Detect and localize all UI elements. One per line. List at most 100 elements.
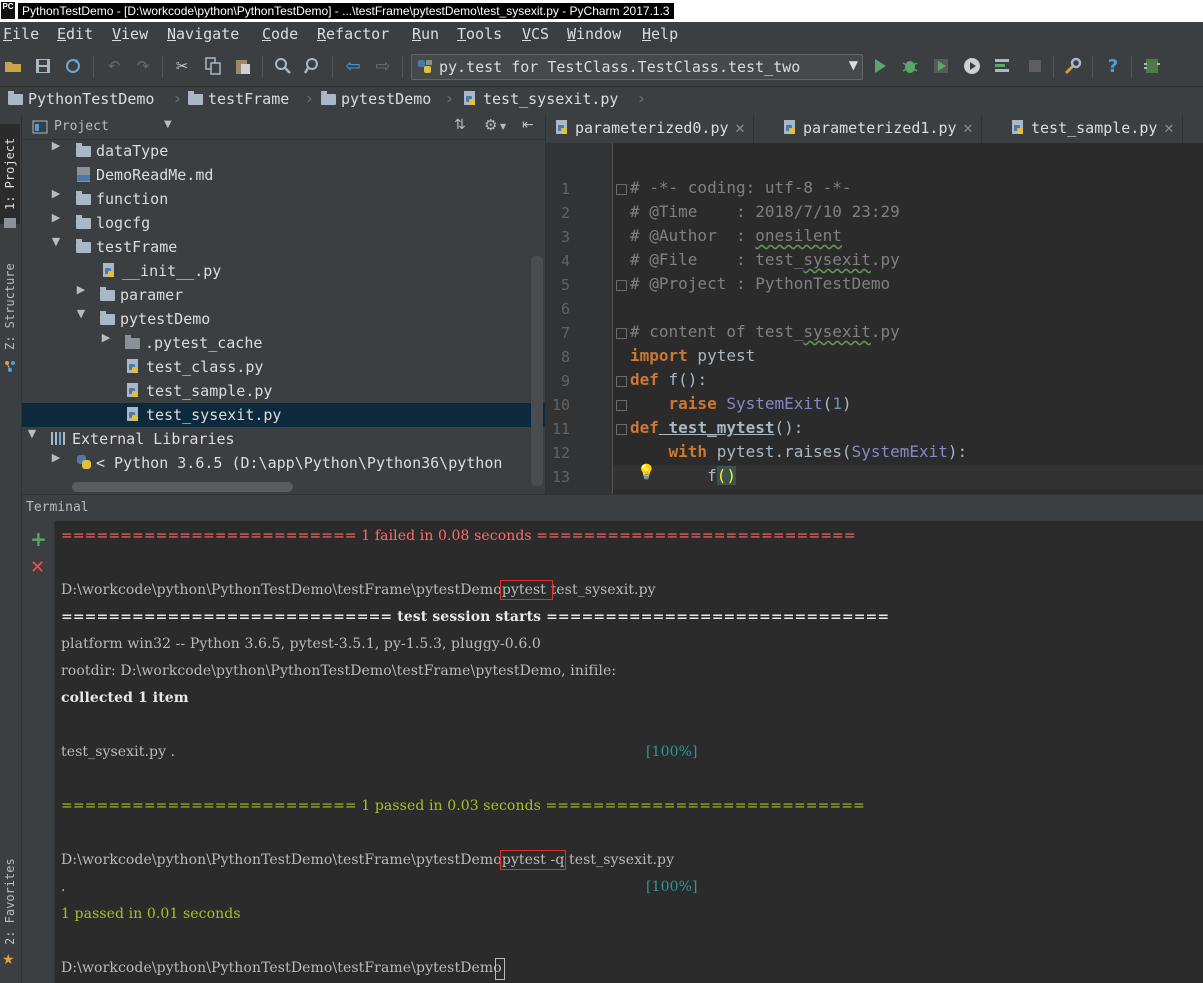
tab-parameterized0[interactable]: parameterized0.py ✕ — [555, 114, 755, 143]
terminal-toolbar: + ✕ — [22, 521, 55, 983]
collapse-arrow-icon[interactable]: ▼ — [75, 307, 87, 320]
redo-icon[interactable]: ↷ — [133, 56, 153, 76]
settings-wrench-icon[interactable] — [1063, 56, 1083, 76]
fold-marker-icon[interactable] — [616, 424, 627, 435]
menu-code[interactable]: Code — [262, 25, 298, 43]
menu-window[interactable]: Window — [567, 25, 621, 43]
python-file-icon — [464, 91, 475, 105]
expand-arrow-icon[interactable]: ▶ — [75, 283, 87, 296]
stop-icon[interactable] — [1025, 56, 1045, 76]
find-icon[interactable] — [273, 56, 293, 76]
copy-icon[interactable] — [203, 56, 223, 76]
tab-parameterized1[interactable]: parameterized1.py ✕ — [783, 114, 983, 143]
concurrency-diagram-icon[interactable] — [994, 56, 1014, 76]
text-segment: D:\workcode\python\PythonTestDemo\testFr… — [61, 960, 502, 976]
hide-panel-icon[interactable]: ⇤ — [522, 117, 534, 133]
tree-item-pytest-cache[interactable]: ▶ .pytest_cache — [22, 331, 545, 355]
close-icon[interactable]: ✕ — [735, 122, 746, 137]
tree-item-function[interactable]: ▶ function — [22, 187, 545, 211]
paste-icon[interactable] — [233, 56, 253, 76]
tree-item-testframe[interactable]: ▼ testFrame — [22, 235, 545, 259]
fold-marker-icon[interactable] — [616, 328, 627, 339]
menu-run[interactable]: Run — [412, 25, 439, 43]
tree-item-demoreadme[interactable]: DemoReadMe.md — [22, 163, 545, 187]
project-vertical-scrollbar[interactable] — [531, 256, 543, 486]
folder-icon — [76, 191, 91, 205]
menu-help[interactable]: Help — [642, 25, 678, 43]
close-icon[interactable]: ✕ — [963, 122, 974, 137]
code-line-2: # @Time : 2018/7/10 23:29 — [630, 202, 900, 221]
back-arrow-icon[interactable]: ⇦ — [343, 56, 363, 77]
tree-item-logcfg[interactable]: ▶ logcfg — [22, 211, 545, 235]
menu-edit[interactable]: Edit — [57, 25, 93, 43]
expand-arrow-icon[interactable]: ▶ — [50, 211, 62, 224]
tab-project[interactable]: 1: Project — [0, 124, 20, 224]
forward-arrow-icon[interactable]: ⇨ — [373, 56, 393, 77]
terminal-output[interactable]: ========================= 1 failed in 0.… — [55, 521, 1203, 983]
help-icon[interactable]: ? — [1103, 56, 1123, 77]
expand-arrow-icon[interactable]: ▶ — [50, 187, 62, 200]
text-segment: 1 — [832, 394, 842, 413]
folder-icon — [76, 215, 91, 229]
tree-item-external-libraries[interactable]: ▼ External Libraries — [22, 427, 545, 451]
tree-item-test-sample-py[interactable]: test_sample.py — [22, 379, 545, 403]
project-tool-icon — [3, 214, 17, 228]
debug-icon[interactable] — [900, 56, 920, 76]
close-icon[interactable]: ✕ — [1163, 122, 1174, 137]
fold-marker-icon[interactable] — [616, 184, 627, 195]
open-folder-icon[interactable] — [3, 56, 23, 76]
breadcrumb-item-pytestdemo[interactable]: pytestDemo — [321, 90, 431, 108]
sdk-manager-icon[interactable] — [1142, 56, 1162, 76]
tree-item-pytestdemo[interactable]: ▼ pytestDemo — [22, 307, 545, 331]
run-icon[interactable] — [870, 56, 890, 76]
fold-marker-icon[interactable] — [616, 280, 627, 291]
breadcrumb-item-file[interactable]: test_sysexit.py — [463, 90, 618, 108]
run-configuration-label: py.test for TestClass.TestClass.test_two — [439, 58, 801, 76]
sync-icon[interactable] — [63, 56, 83, 76]
fold-marker-icon[interactable] — [616, 376, 627, 387]
fold-marker-icon[interactable] — [616, 400, 627, 411]
python-file-icon — [127, 383, 138, 397]
expand-arrow-icon[interactable]: ▶ — [50, 139, 62, 152]
code-line-7: # content of test_sysexit.py — [630, 322, 900, 341]
tab-test-sample[interactable]: test_sample.py ✕ — [1011, 114, 1184, 143]
project-horizontal-scrollbar[interactable] — [72, 482, 293, 492]
breadcrumb-item-testframe[interactable]: testFrame — [188, 90, 289, 108]
tab-favorites[interactable]: 2: Favorites — [0, 849, 20, 954]
save-icon[interactable] — [33, 56, 53, 76]
menu-vcs[interactable]: VCS — [522, 25, 549, 43]
menu-view[interactable]: View — [112, 25, 148, 43]
collapse-all-icon[interactable]: ⇅ — [454, 117, 466, 133]
breadcrumb-item-project[interactable]: PythonTestDemo — [8, 90, 154, 108]
run-with-coverage-icon[interactable] — [931, 56, 951, 76]
tree-item-python-sdk[interactable]: ▶ < Python 3.6.5 (D:\app\Python\Python36… — [22, 451, 545, 475]
tab-structure[interactable]: Z: Structure — [0, 254, 20, 359]
expand-arrow-icon[interactable]: ▶ — [50, 451, 62, 464]
replace-icon[interactable] — [303, 56, 323, 76]
window-title: PythonTestDemo - [D:\workcode\python\Pyt… — [18, 3, 674, 19]
expand-arrow-icon[interactable]: ▶ — [100, 331, 112, 344]
menu-file[interactable]: File — [3, 25, 39, 43]
chevron-down-icon[interactable]: ▼ — [500, 122, 506, 131]
undo-icon[interactable]: ↶ — [104, 56, 124, 76]
project-view-title[interactable]: Project — [54, 119, 109, 134]
run-configuration-select[interactable]: py.test for TestClass.TestClass.test_two… — [411, 54, 863, 80]
profile-icon[interactable] — [962, 56, 982, 76]
chevron-down-icon[interactable]: ▼ — [164, 119, 172, 130]
tree-item-paramer[interactable]: ▶ paramer — [22, 283, 545, 307]
gear-icon[interactable]: ⚙ — [484, 116, 497, 134]
terminal-line-prompt2: D:\workcode\python\PythonTestDemo\testFr… — [61, 850, 674, 870]
tree-item-test-class-py[interactable]: test_class.py — [22, 355, 545, 379]
close-session-icon[interactable]: ✕ — [30, 557, 45, 578]
menu-tools[interactable]: Tools — [457, 25, 502, 43]
collapse-arrow-icon[interactable]: ▼ — [26, 427, 38, 440]
menu-refactor[interactable]: Refactor — [317, 25, 389, 43]
code-editor[interactable]: 1 2 3 4 5 6 7 8 9 10 11 12 13 💡 # -*- co… — [545, 143, 1203, 494]
new-session-plus-icon[interactable]: + — [30, 527, 47, 551]
menu-navigate[interactable]: Navigate — [167, 25, 239, 43]
tree-item-test-sysexit-py[interactable]: test_sysexit.py — [22, 403, 545, 427]
cut-icon[interactable]: ✂ — [172, 56, 192, 76]
tree-item-init-py[interactable]: __init__.py — [22, 259, 545, 283]
tree-item-datatype[interactable]: ▶ dataType — [22, 139, 545, 163]
collapse-arrow-icon[interactable]: ▼ — [50, 235, 62, 248]
